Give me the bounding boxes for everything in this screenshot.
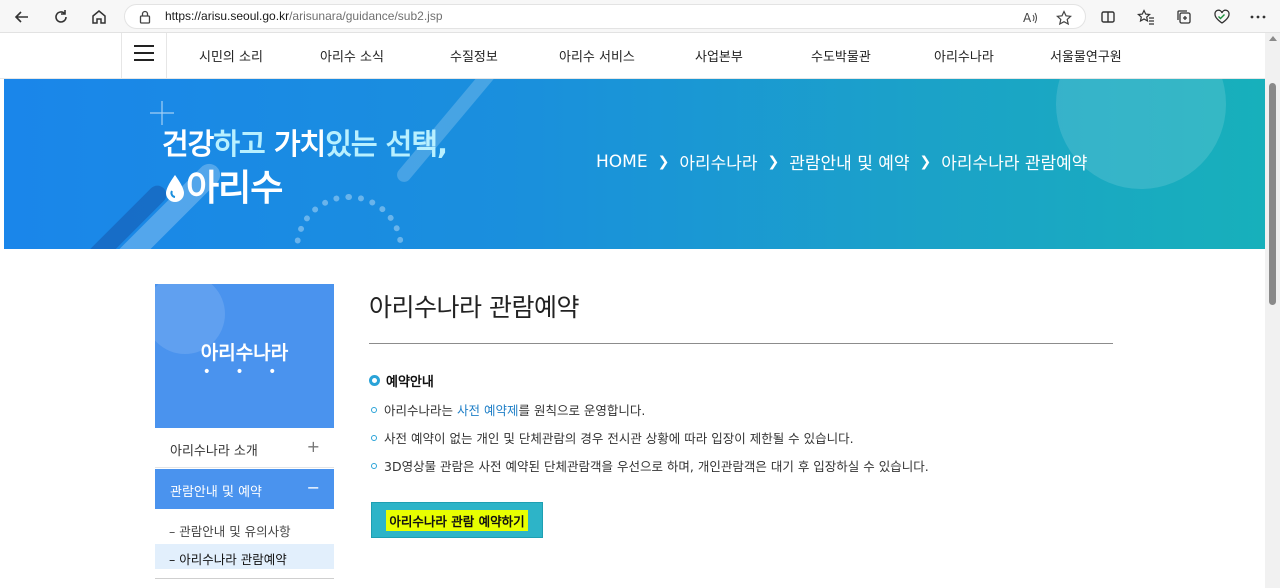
url-host: https://arisu.seoul.go.kr xyxy=(165,9,290,23)
browser-essentials-icon[interactable] xyxy=(1210,5,1234,29)
reserve-button-label: 아리수나라 관람 예약하기 xyxy=(386,509,528,531)
sub-label-text: 아리수나라 관람예약 xyxy=(179,552,287,567)
sidebar-item-label: 아리수나라 소개 xyxy=(170,444,258,459)
circle-bullet-icon xyxy=(371,462,377,469)
scroll-thumb[interactable] xyxy=(1269,83,1276,305)
lock-icon[interactable] xyxy=(139,9,151,28)
info-text: 아리수나라는 사전 예약제를 원칙으로 운영합니다. xyxy=(384,400,645,419)
info-line: 3D영상물 관람은 사전 예약된 단체관람객을 우선으로 하며, 개인관람객은 … xyxy=(371,456,929,475)
sub-marker: – xyxy=(169,552,176,567)
section-heading: 예약안내 xyxy=(369,371,434,390)
url-text[interactable]: https://arisu.seoul.go.kr/arisunara/guid… xyxy=(165,9,443,23)
arisu-logo: 아리수 xyxy=(164,159,283,211)
breadcrumb: HOME ❯ 아리수나라 ❯ 관람안내 및 예약 ❯ 아리수나라 관람예약 xyxy=(596,149,1087,175)
breadcrumb-current[interactable]: 아리수나라 관람예약 xyxy=(941,149,1087,174)
menu-arisunara[interactable]: 아리수나라 xyxy=(934,46,994,65)
info-line: 사전 예약이 없는 개인 및 단체관람의 경우 전시관 상황에 따라 입장이 제… xyxy=(371,428,854,447)
sidebar-item-intro[interactable]: 아리수나라 소개 + xyxy=(155,428,334,468)
sidebar-subitem-label: – 아리수나라 관람예약 xyxy=(169,549,287,568)
circle-bullet-icon xyxy=(371,434,377,441)
read-aloud-icon[interactable]: A xyxy=(1022,9,1040,27)
svg-text:A: A xyxy=(1023,11,1032,25)
chevron-right-icon: ❯ xyxy=(919,153,932,170)
url-path: /arisunara/guidance/sub2.jsp xyxy=(289,9,443,23)
slogan-word: 건강 xyxy=(162,127,214,161)
sidebar-item-guide-reservation[interactable]: 관람안내 및 예약 − xyxy=(155,469,334,509)
breadcrumb-guide-reservation[interactable]: 관람안내 및 예약 xyxy=(789,149,909,174)
banner-decoration xyxy=(294,194,404,249)
back-icon[interactable] xyxy=(10,5,34,29)
sidebar-dots: • • • xyxy=(202,364,287,380)
title-divider xyxy=(369,343,1113,344)
site-navigation: 시민의 소리 아리수 소식 수질정보 아리수 서비스 사업본부 수도박물관 아리… xyxy=(0,33,1265,79)
menu-arisu-news[interactable]: 아리수 소식 xyxy=(320,46,384,65)
circle-bullet-icon xyxy=(371,406,377,413)
slogan-word: 하고 xyxy=(213,127,274,161)
info-text: 3D영상물 관람은 사전 예약된 단체관람객을 우선으로 하며, 개인관람객은 … xyxy=(384,459,929,474)
info-text-part: 를 원칙으로 운영합니다. xyxy=(518,403,646,418)
home-icon[interactable] xyxy=(87,5,111,29)
favorite-star-icon[interactable] xyxy=(1055,9,1073,27)
more-icon[interactable] xyxy=(1246,5,1270,29)
sidebar-subitem-label: – 관람안내 및 유의사항 xyxy=(169,521,291,540)
collections-icon[interactable] xyxy=(1172,5,1196,29)
favorites-icon[interactable] xyxy=(1134,5,1158,29)
browser-toolbar: https://arisu.seoul.go.kr/arisunara/guid… xyxy=(0,0,1280,33)
address-bar[interactable]: https://arisu.seoul.go.kr/arisunara/guid… xyxy=(124,4,1086,29)
sub-label-text: 관람안내 및 유의사항 xyxy=(179,524,291,539)
info-highlight: 사전 예약제 xyxy=(456,403,519,418)
menu-citizen-voice[interactable]: 시민의 소리 xyxy=(199,46,263,65)
nav-divider xyxy=(121,33,122,79)
section-label: 예약안내 xyxy=(386,375,434,390)
menu-water-research[interactable]: 서울물연구원 xyxy=(1050,46,1122,65)
sidebar-divider xyxy=(155,578,334,579)
chevron-right-icon: ❯ xyxy=(767,153,780,170)
sidebar-subitem-reservation[interactable]: – 아리수나라 관람예약 xyxy=(155,544,334,569)
refresh-icon[interactable] xyxy=(49,5,73,29)
minus-icon[interactable]: − xyxy=(307,478,320,497)
slogan-word: 가치 xyxy=(273,127,326,161)
menu-business-hq[interactable]: 사업본부 xyxy=(695,46,743,65)
scroll-up-arrow-icon[interactable] xyxy=(1269,36,1277,41)
hero-banner: 건강하고 가치있는 선택, 아리수 HOME ❯ 아리수나라 ❯ 관람안내 및 … xyxy=(4,79,1265,249)
reserve-button[interactable]: 아리수나라 관람 예약하기 xyxy=(371,502,543,538)
plus-icon[interactable]: + xyxy=(307,437,320,456)
hamburger-icon[interactable] xyxy=(134,45,154,65)
sidebar-item-label: 관람안내 및 예약 xyxy=(170,485,262,500)
split-screen-icon[interactable] xyxy=(1096,5,1120,29)
menu-water-museum[interactable]: 수도박물관 xyxy=(811,46,871,65)
page-scrollbar[interactable] xyxy=(1265,33,1280,588)
sidebar-title: 아리수나라 xyxy=(200,342,289,364)
sidebar-subitem-guide[interactable]: – 관람안내 및 유의사항 xyxy=(155,516,334,541)
arisu-logo-text: 아리수 xyxy=(186,168,283,209)
sidebar-header: 아리수나라 • • • xyxy=(155,284,334,428)
water-drop-icon xyxy=(166,175,184,202)
breadcrumb-arisunara[interactable]: 아리수나라 xyxy=(679,149,757,174)
banner-slogan: 건강하고 가치있는 선택, xyxy=(162,121,448,163)
chevron-right-icon: ❯ xyxy=(657,153,670,170)
ring-bullet-icon xyxy=(369,375,380,386)
info-text: 사전 예약이 없는 개인 및 단체관람의 경우 전시관 상황에 따라 입장이 제… xyxy=(384,431,854,446)
breadcrumb-home[interactable]: HOME xyxy=(596,152,648,172)
menu-arisu-service[interactable]: 아리수 서비스 xyxy=(559,46,635,65)
page-title: 아리수나라 관람예약 xyxy=(369,293,579,322)
nav-divider xyxy=(166,33,167,79)
menu-water-quality[interactable]: 수질정보 xyxy=(450,46,498,65)
info-text-part: 아리수나라는 xyxy=(384,403,457,418)
info-line: 아리수나라는 사전 예약제를 원칙으로 운영합니다. xyxy=(371,400,645,419)
slogan-word: 있는 선택, xyxy=(325,127,448,161)
sub-marker: – xyxy=(169,524,176,539)
